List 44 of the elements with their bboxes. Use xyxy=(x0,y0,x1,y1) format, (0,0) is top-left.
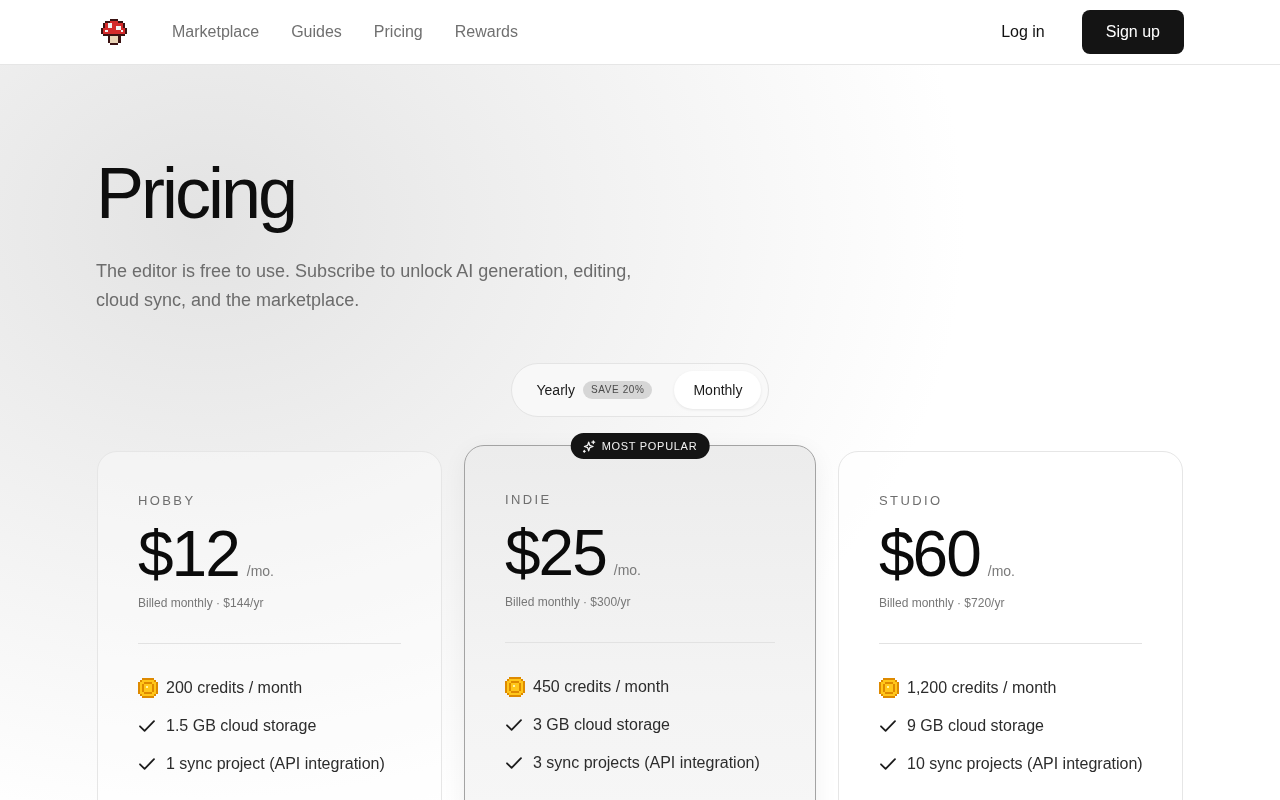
coin-icon xyxy=(138,678,158,698)
billing-option[interactable]: Yearly SAVE 20% xyxy=(518,371,669,409)
plan-price: $12 xyxy=(138,519,239,589)
feature-text: 10 sync projects (API integration) xyxy=(907,755,1143,773)
sparkle-icon xyxy=(582,439,596,453)
billing-note: Billed monthly · $144/yr xyxy=(138,595,265,611)
plan-name: HOBBY xyxy=(138,493,197,509)
feature-text: 1,200 credits / month xyxy=(907,679,1057,697)
feature-text: 1 sync project (API integration) xyxy=(166,755,385,773)
billing-option[interactable]: Monthly xyxy=(674,371,762,409)
price-period: /mo. xyxy=(613,562,641,578)
page-title: Pricing xyxy=(96,154,297,233)
mushroom-logo-icon[interactable] xyxy=(101,19,127,45)
feature-text: 200 credits / month xyxy=(166,679,303,697)
plan-name: STUDIO xyxy=(879,493,944,509)
billing-note: Billed monthly · $300/yr xyxy=(505,594,632,610)
price-period: /mo. xyxy=(987,563,1015,579)
check-icon xyxy=(880,720,896,732)
check-icon xyxy=(139,758,155,770)
discount-badge: SAVE 20% xyxy=(582,381,653,399)
feature-text: 3 sync projects (API integration) xyxy=(533,754,760,772)
feature-text: 9 GB cloud storage xyxy=(907,717,1044,735)
price-period: /mo. xyxy=(246,563,274,579)
feature-text: 3 GB cloud storage xyxy=(533,716,670,734)
nav-link[interactable]: Rewards xyxy=(454,23,518,41)
login-button[interactable]: Log in xyxy=(993,17,1053,47)
feature-text: 1.5 GB cloud storage xyxy=(166,717,317,735)
signup-button[interactable]: Sign up xyxy=(1081,10,1184,54)
check-icon xyxy=(506,719,522,731)
nav-link[interactable]: Guides xyxy=(291,23,342,41)
check-icon xyxy=(506,757,522,769)
badge-label: MOST POPULAR xyxy=(601,440,698,452)
nav-link[interactable]: Pricing xyxy=(373,23,423,41)
plan-price: $60 xyxy=(879,519,980,589)
plan-price: $25 xyxy=(505,518,606,588)
plan-name: INDIE xyxy=(505,492,553,508)
check-icon xyxy=(139,720,155,732)
feature-text: 450 credits / month xyxy=(533,678,670,696)
coin-icon xyxy=(879,678,899,698)
billing-note: Billed monthly · $720/yr xyxy=(879,595,1006,611)
page-subtitle: The editor is free to use. Subscribe to unlock AI generation, editing, cloud sync, and the marketplace. xyxy=(96,260,633,312)
nav-link[interactable]: Marketplace xyxy=(172,23,260,41)
coin-icon xyxy=(505,677,525,697)
check-icon xyxy=(880,758,896,770)
